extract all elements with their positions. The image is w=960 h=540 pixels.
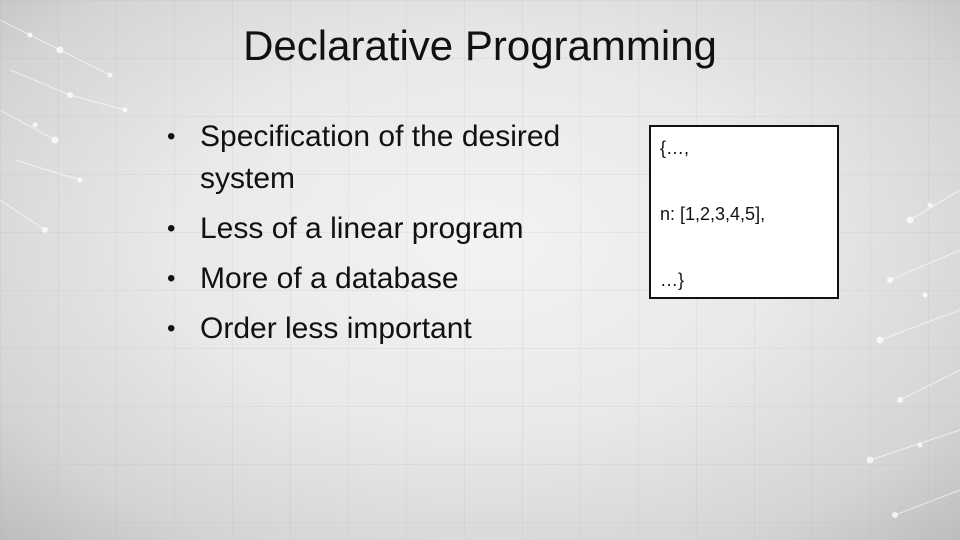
- bullet-dot-icon: •: [167, 123, 176, 150]
- bullet-text: Order less important: [200, 312, 472, 345]
- bullet-item: • Specification of the desired system: [165, 116, 585, 200]
- right-network-decoration: [866, 189, 960, 519]
- bullet-dot-icon: •: [167, 215, 176, 242]
- bullet-item: • More of a database: [165, 258, 585, 300]
- code-line-close: …}: [660, 270, 685, 290]
- bullet-dot-icon: •: [167, 315, 176, 342]
- code-line-array: n: [1,2,3,4,5],: [660, 204, 766, 224]
- bullet-text: Specification of the desired system: [200, 120, 561, 195]
- slide-title: Declarative Programming: [243, 22, 717, 69]
- bullet-dot-icon: •: [167, 265, 176, 292]
- bullet-text: Less of a linear program: [200, 212, 524, 245]
- bullet-list: • Specification of the desired system • …: [165, 116, 585, 358]
- bullet-item: • Less of a linear program: [165, 208, 585, 250]
- code-example-box: {…, n: [1,2,3,4,5], …}: [649, 125, 839, 299]
- code-line-open: {…,: [660, 138, 690, 158]
- bullet-item: • Order less important: [165, 308, 585, 350]
- bullet-text: More of a database: [200, 262, 459, 295]
